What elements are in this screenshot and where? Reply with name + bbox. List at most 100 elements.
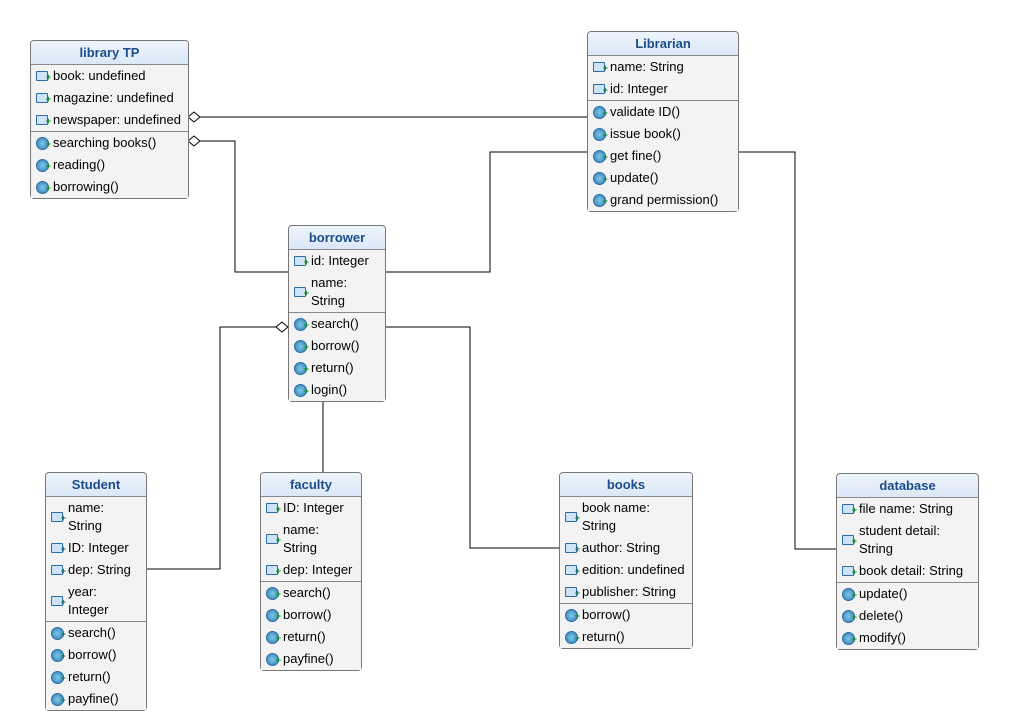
attr-row: ID: Integer xyxy=(46,537,146,559)
method-text: borrowing() xyxy=(53,178,119,196)
method-row: get fine() xyxy=(588,145,738,167)
method-icon xyxy=(35,158,49,172)
rel-librarian-database xyxy=(737,152,836,549)
method-icon xyxy=(293,383,307,397)
method-text: validate ID() xyxy=(610,103,680,121)
method-icon xyxy=(841,587,855,601)
rel-borrower-librarian xyxy=(384,152,587,272)
attribute-icon xyxy=(841,502,855,516)
attr-row: book: undefined xyxy=(31,65,188,87)
class-title: Student xyxy=(46,473,146,497)
attr-section: id: Integer name: String xyxy=(289,250,385,312)
class-borrower: borrower id: Integer name: String search… xyxy=(288,225,386,402)
attribute-icon xyxy=(841,564,855,578)
attribute-icon xyxy=(35,91,49,105)
attribute-icon xyxy=(841,533,855,547)
method-row: borrow() xyxy=(560,604,692,626)
attr-text: id: Integer xyxy=(311,252,369,270)
class-books: books book name: String author: String e… xyxy=(559,472,693,649)
attribute-icon xyxy=(50,563,64,577)
attribute-icon xyxy=(50,541,64,555)
attr-text: dep: String xyxy=(68,561,131,579)
method-icon xyxy=(564,630,578,644)
method-section: searching books() reading() borrowing() xyxy=(31,131,188,198)
method-row: return() xyxy=(289,357,385,379)
method-text: borrow() xyxy=(283,606,331,624)
class-title: faculty xyxy=(261,473,361,497)
attr-row: book detail: String xyxy=(837,560,978,582)
method-icon xyxy=(592,193,606,207)
method-row: modify() xyxy=(837,627,978,649)
attr-text: ID: Integer xyxy=(68,539,129,557)
attribute-icon xyxy=(293,285,307,299)
method-row: issue book() xyxy=(588,123,738,145)
attribute-icon xyxy=(564,541,578,555)
attr-row: ID: Integer xyxy=(261,497,361,519)
class-title: books xyxy=(560,473,692,497)
method-text: payfine() xyxy=(68,690,119,708)
method-section: update() delete() modify() xyxy=(837,582,978,649)
rel-borrower-books xyxy=(384,327,559,548)
method-text: update() xyxy=(610,169,658,187)
attribute-icon xyxy=(265,563,279,577)
attr-row: name: String xyxy=(46,497,146,537)
method-icon xyxy=(293,317,307,331)
method-row: update() xyxy=(588,167,738,189)
class-title: library TP xyxy=(31,41,188,65)
method-row: borrow() xyxy=(289,335,385,357)
method-icon xyxy=(293,361,307,375)
method-text: searching books() xyxy=(53,134,156,152)
class-database: database file name: String student detai… xyxy=(836,473,979,650)
attribute-icon xyxy=(35,113,49,127)
method-icon xyxy=(50,692,64,706)
method-icon xyxy=(592,149,606,163)
attr-row: author: String xyxy=(560,537,692,559)
method-row: validate ID() xyxy=(588,101,738,123)
method-icon xyxy=(841,609,855,623)
attribute-icon xyxy=(592,60,606,74)
method-text: grand permission() xyxy=(610,191,718,209)
method-text: search() xyxy=(283,584,331,602)
method-text: get fine() xyxy=(610,147,661,165)
attr-row: magazine: undefined xyxy=(31,87,188,109)
method-row: return() xyxy=(560,626,692,648)
method-text: login() xyxy=(311,381,347,399)
attr-section: file name: String student detail: String… xyxy=(837,498,978,582)
attr-section: book: undefined magazine: undefined news… xyxy=(31,65,188,131)
method-text: return() xyxy=(582,628,625,646)
attribute-icon xyxy=(265,501,279,515)
method-text: reading() xyxy=(53,156,105,174)
method-text: search() xyxy=(68,624,116,642)
attr-text: id: Integer xyxy=(610,80,668,98)
method-row: return() xyxy=(261,626,361,648)
attr-section: name: String id: Integer xyxy=(588,56,738,100)
attr-text: ID: Integer xyxy=(283,499,344,517)
attr-text: file name: String xyxy=(859,500,953,518)
method-icon xyxy=(50,626,64,640)
method-icon xyxy=(35,136,49,150)
method-text: borrow() xyxy=(311,337,359,355)
method-row: search() xyxy=(289,313,385,335)
method-icon xyxy=(50,670,64,684)
attr-row: book name: String xyxy=(560,497,692,537)
method-text: return() xyxy=(68,668,111,686)
method-row: searching books() xyxy=(31,132,188,154)
attr-text: year: Integer xyxy=(68,583,140,619)
method-icon xyxy=(50,648,64,662)
attr-text: book detail: String xyxy=(859,562,963,580)
method-text: payfine() xyxy=(283,650,334,668)
method-text: borrow() xyxy=(582,606,630,624)
class-title: Librarian xyxy=(588,32,738,56)
method-icon xyxy=(592,171,606,185)
method-icon xyxy=(841,631,855,645)
method-icon xyxy=(265,652,279,666)
attr-text: magazine: undefined xyxy=(53,89,174,107)
attr-row: name: String xyxy=(289,272,385,312)
attr-text: name: String xyxy=(610,58,684,76)
method-icon xyxy=(592,127,606,141)
method-row: return() xyxy=(46,666,146,688)
method-icon xyxy=(265,630,279,644)
method-row: borrowing() xyxy=(31,176,188,198)
attr-row: id: Integer xyxy=(289,250,385,272)
attribute-icon xyxy=(50,594,64,608)
